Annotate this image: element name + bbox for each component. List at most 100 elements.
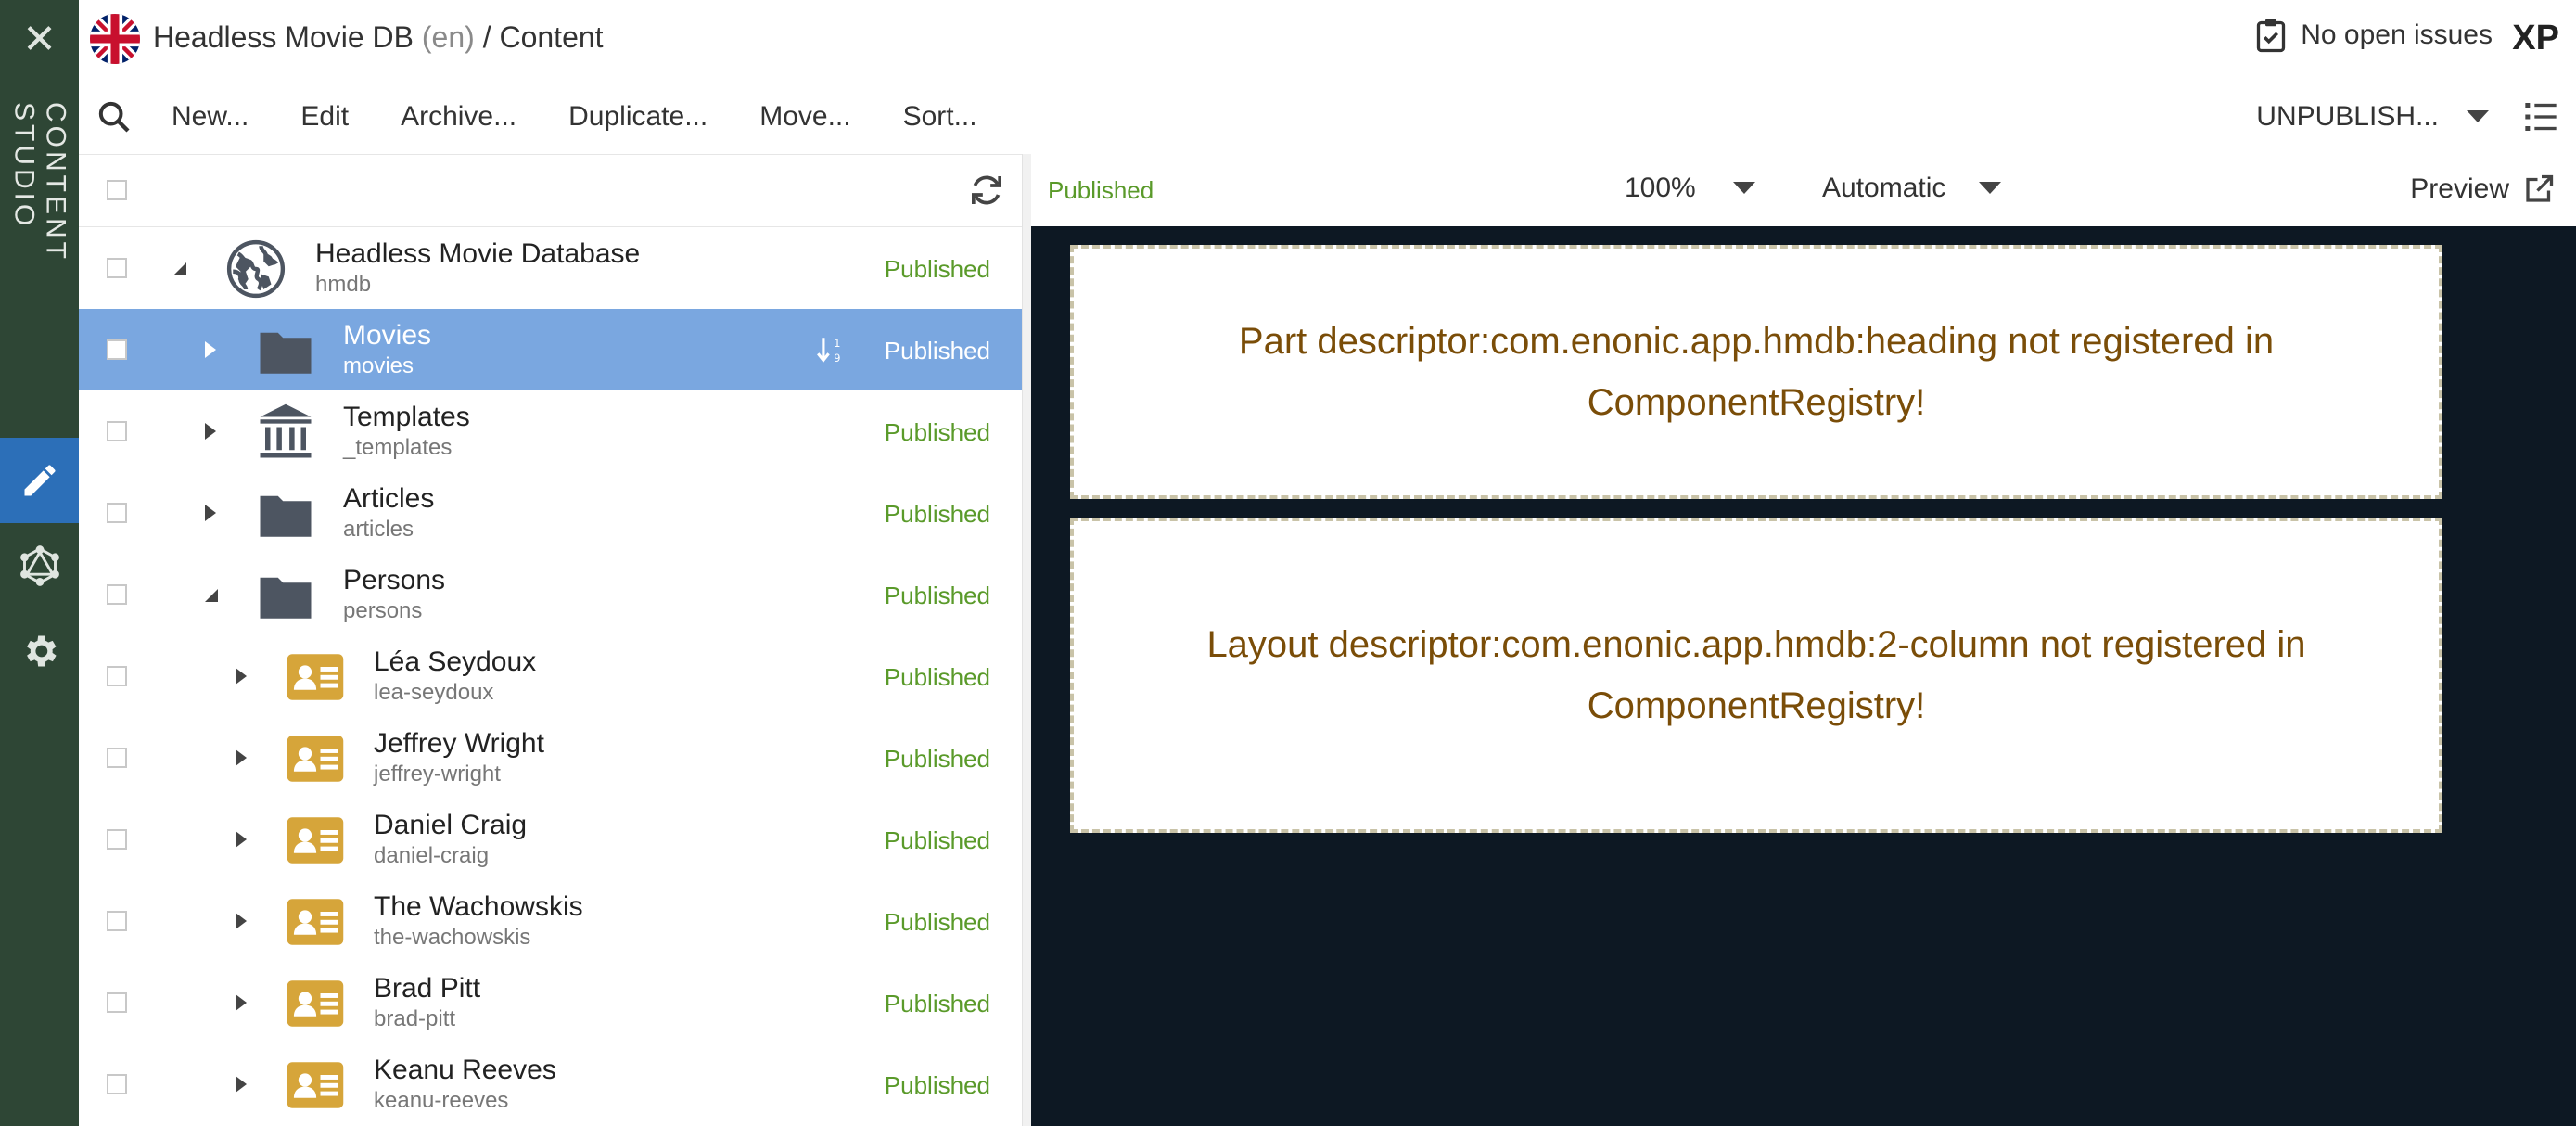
row-path: movies — [343, 353, 414, 378]
duplicate-button[interactable]: Duplicate... — [568, 101, 708, 133]
status-badge: Published — [884, 500, 990, 528]
expand-icon[interactable] — [227, 825, 255, 853]
status-badge: Published — [884, 990, 990, 1017]
row-path: the-wachowskis — [374, 925, 531, 950]
preview-label: Preview — [2410, 173, 2509, 204]
folder-icon — [260, 577, 312, 619]
preview-status: Published — [1048, 176, 1154, 204]
row-name: Léa Seydoux — [374, 646, 537, 677]
globe-icon — [226, 239, 286, 299]
graphql-icon — [19, 545, 59, 586]
pencil-icon — [24, 465, 55, 496]
tree-row-keanu-reeves[interactable]: Keanu Reeves keanu-reeves Published — [79, 1043, 1022, 1125]
tree-row-articles[interactable]: Articles articles Published — [79, 472, 1022, 554]
row-name: The Wachowskis — [374, 891, 583, 922]
expand-icon[interactable] — [227, 989, 255, 1017]
collapse-icon[interactable] — [165, 254, 193, 282]
row-checkbox[interactable] — [107, 829, 127, 850]
row-checkbox[interactable] — [107, 748, 127, 768]
row-checkbox[interactable] — [107, 992, 127, 1013]
settings-button[interactable] — [0, 608, 79, 694]
status-badge: Published — [884, 745, 990, 773]
row-name: Daniel Craig — [374, 810, 528, 840]
top-bar: Headless Movie DB (en) / Content No open… — [79, 0, 2576, 81]
expand-icon[interactable] — [227, 1070, 255, 1098]
tree-row-the-wachowskis[interactable]: The Wachowskis the-wachowskis Published — [79, 880, 1022, 962]
svg-text:9: 9 — [834, 352, 840, 365]
expand-icon[interactable] — [197, 336, 224, 364]
xp-logo[interactable]: XP — [2512, 19, 2559, 58]
graphql-button[interactable] — [0, 523, 79, 608]
row-path: daniel-craig — [374, 843, 490, 868]
expand-icon[interactable] — [197, 499, 224, 527]
row-name: Keanu Reeves — [374, 1055, 556, 1085]
row-checkbox[interactable] — [107, 421, 127, 441]
row-name: Templates — [343, 402, 470, 432]
expand-icon[interactable] — [227, 907, 255, 935]
row-path: brad-pitt — [374, 1006, 456, 1031]
status-badge: Published — [884, 418, 990, 446]
row-checkbox[interactable] — [107, 911, 127, 931]
status-badge: Published — [884, 826, 990, 854]
expand-icon[interactable] — [227, 744, 255, 772]
unpublish-button[interactable]: UNPUBLISH... — [2256, 80, 2489, 154]
layout-component-error[interactable]: Layout descriptor:com.enonic.app.hmdb:2-… — [1070, 518, 2442, 833]
edit-button[interactable]: Edit — [300, 101, 349, 133]
sort-button[interactable]: Sort... — [903, 101, 977, 133]
row-name: Movies — [343, 320, 432, 351]
status-badge: Published — [884, 582, 990, 609]
status-badge: Published — [884, 1071, 990, 1099]
row-checkbox[interactable] — [107, 258, 127, 278]
project-language: (en) — [421, 20, 475, 54]
part-component-error[interactable]: Part descriptor:com.enonic.app.hmdb:head… — [1070, 245, 2442, 499]
tree-row-movies[interactable]: Movies movies 19 Published — [79, 309, 1022, 390]
grid-header — [79, 154, 1022, 227]
row-path: keanu-reeves — [374, 1088, 509, 1113]
tree-row-templates[interactable]: Templates _templates Published — [79, 390, 1022, 472]
project-name[interactable]: Headless Movie DB — [153, 20, 414, 54]
row-checkbox[interactable] — [107, 666, 127, 686]
tree-row-jeffrey-wright[interactable]: Jeffrey Wright jeffrey-wright Published — [79, 717, 1022, 799]
chevron-down-icon[interactable] — [2467, 110, 2489, 123]
content-studio-edit-button[interactable] — [0, 438, 79, 523]
tree-row-headless-movie-database[interactable]: Headless Movie Database hmdb Published — [79, 227, 1022, 309]
archive-button[interactable]: Archive... — [401, 101, 516, 133]
row-name: Persons — [343, 565, 446, 595]
tree-row-daniel-craig[interactable]: Daniel Craig daniel-craig Published — [79, 799, 1022, 880]
details-list-icon[interactable] — [2522, 98, 2559, 135]
search-icon[interactable] — [96, 98, 133, 135]
device-mode-dropdown[interactable]: Automatic — [1822, 173, 2002, 204]
row-path: lea-seydoux — [374, 680, 494, 705]
tree-row-persons[interactable]: Persons persons Published — [79, 554, 1022, 635]
uk-flag-icon — [90, 14, 140, 64]
expand-icon[interactable] — [197, 417, 224, 445]
expand-icon[interactable] — [227, 662, 255, 690]
row-checkbox[interactable] — [107, 503, 127, 523]
preview-button[interactable]: Preview — [2410, 173, 2556, 206]
rail-title: CONTENT STUDIO — [8, 102, 71, 262]
issues-button[interactable]: No open issues — [2254, 17, 2493, 54]
row-checkbox[interactable] — [107, 1074, 127, 1094]
move-button[interactable]: Move... — [759, 101, 850, 133]
row-checkbox[interactable] — [107, 339, 127, 360]
tree-row-lea-seydoux[interactable]: Léa Seydoux lea-seydoux Published — [79, 635, 1022, 717]
person-card-icon — [287, 736, 344, 782]
refresh-icon[interactable] — [968, 172, 1005, 209]
close-icon[interactable]: ✕ — [0, 0, 79, 79]
person-card-icon — [287, 654, 344, 700]
row-name: Jeffrey Wright — [374, 728, 544, 759]
tree-row-brad-pitt[interactable]: Brad Pitt brad-pitt Published — [79, 962, 1022, 1043]
left-rail: ✕ CONTENT STUDIO — [0, 0, 79, 1126]
select-all-checkbox[interactable] — [107, 180, 127, 200]
collapse-icon[interactable] — [197, 581, 224, 608]
breadcrumb: Headless Movie DB (en) / Content — [153, 20, 604, 55]
toolbar-actions: New... Edit Archive... Duplicate... Move… — [172, 80, 977, 154]
person-card-icon — [287, 899, 344, 945]
row-checkbox[interactable] — [107, 584, 127, 605]
new-button[interactable]: New... — [172, 101, 249, 133]
zoom-dropdown[interactable]: 100% — [1625, 173, 1755, 204]
row-path: _templates — [343, 435, 453, 460]
row-name: Brad Pitt — [374, 973, 481, 1004]
toolbar: New... Edit Archive... Duplicate... Move… — [79, 80, 2576, 155]
status-badge: Published — [884, 337, 990, 365]
